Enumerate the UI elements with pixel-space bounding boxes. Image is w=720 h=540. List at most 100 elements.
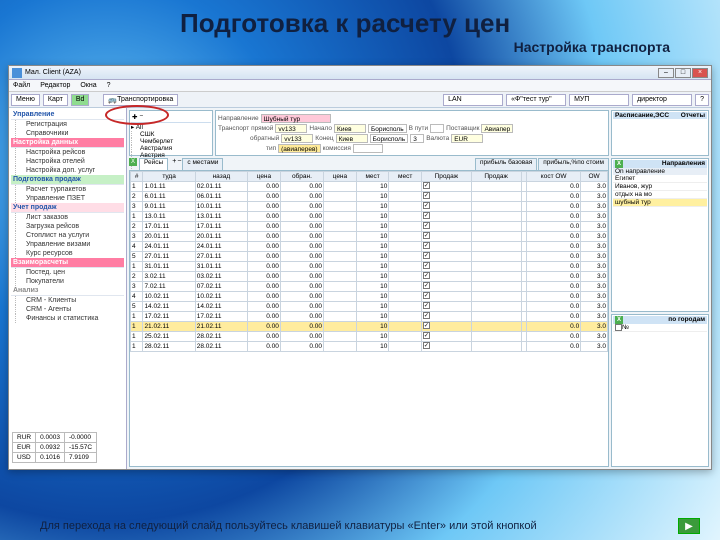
list-item[interactable]: Египет	[613, 175, 707, 183]
tb-transport-button[interactable]: 🚌 Транспортировка	[103, 94, 178, 106]
tab-reports[interactable]: Отчеты	[681, 112, 705, 119]
nav-item[interactable]: Настройка рейсов	[15, 148, 124, 157]
nav-group-sales[interactable]: Учет продаж	[11, 203, 124, 213]
nav-item[interactable]: Управление визами	[15, 240, 124, 249]
country-tree[interactable]: ✚− ▸ All СШКЧемберлетАвстралияАвстрияАзи…	[129, 110, 213, 156]
table-row[interactable]: 217.01.1117.01.110.000.00100.03.0	[131, 222, 608, 232]
nav-group-analysis[interactable]: Анализ	[11, 286, 124, 296]
checkbox[interactable]	[423, 272, 430, 279]
minimize-button[interactable]: –	[658, 68, 674, 78]
menu-help[interactable]: ?	[107, 80, 111, 91]
grid-del-button[interactable]: −	[177, 158, 181, 170]
nav-item[interactable]: Постед. цен	[15, 268, 124, 277]
grid-add-button[interactable]: +	[172, 158, 176, 170]
nav-group-sales-prep[interactable]: Подготовка продаж	[11, 175, 124, 185]
tree-node[interactable]: СШК	[131, 131, 211, 138]
nav-item[interactable]: Курс ресурсов	[15, 249, 124, 258]
checkbox[interactable]	[423, 182, 430, 189]
cities-panel[interactable]: Xпо городам №	[611, 314, 709, 468]
fld-supplier[interactable]: Авиапер	[481, 124, 513, 133]
checkbox[interactable]	[423, 312, 430, 319]
list-item[interactable]: отдых на мо	[613, 191, 707, 199]
fld-start-airport[interactable]: Борисполь	[368, 124, 407, 133]
nav-item[interactable]: CRM - Клиенты	[15, 296, 124, 305]
checkbox[interactable]	[423, 322, 430, 329]
city-checkbox[interactable]	[615, 324, 622, 331]
menu-file[interactable]: Файл	[13, 80, 30, 91]
tree-add-button[interactable]: ✚	[132, 113, 137, 121]
table-row[interactable]: 117.02.1117.02.110.000.00100.03.0	[131, 312, 608, 322]
next-slide-button[interactable]: ▶	[678, 518, 700, 534]
checkbox[interactable]	[423, 262, 430, 269]
col-header[interactable]: Продаж	[421, 172, 471, 182]
excel-icon[interactable]: X	[129, 158, 137, 166]
table-row[interactable]: 125.02.1128.02.110.000.00100.03.0	[131, 332, 608, 342]
col-header[interactable]: обран.	[280, 172, 323, 182]
tab-menu[interactable]: Меню	[11, 94, 40, 106]
checkbox[interactable]	[423, 232, 430, 239]
excel-icon[interactable]: X	[615, 160, 623, 168]
col-header[interactable]: мест	[356, 172, 389, 182]
col-header[interactable]: #	[131, 172, 143, 182]
tab-seats[interactable]: с местами	[182, 158, 223, 170]
table-row[interactable]: 37.02.1107.02.110.000.00100.03.0	[131, 282, 608, 292]
nav-item[interactable]: Финансы и статистика	[15, 314, 124, 323]
table-row[interactable]: 410.02.1110.02.110.000.00100.03.0	[131, 292, 608, 302]
checkbox[interactable]	[423, 252, 430, 259]
tab-cart[interactable]: Карт	[43, 94, 68, 106]
nav-item[interactable]: Расчет турпакетов	[15, 185, 124, 194]
nav-item[interactable]: Покупатели	[15, 277, 124, 286]
tree-node[interactable]: Чемберлет	[131, 138, 211, 145]
table-row[interactable]: 527.01.1127.01.110.000.00100.03.0	[131, 252, 608, 262]
table-row[interactable]: 424.01.1124.01.110.000.00100.03.0	[131, 242, 608, 252]
table-row[interactable]: 26.01.1106.01.110.000.00100.03.0	[131, 192, 608, 202]
checkbox[interactable]	[423, 342, 430, 349]
checkbox[interactable]	[423, 202, 430, 209]
checkbox[interactable]	[423, 192, 430, 199]
col-header[interactable]: назад	[195, 172, 247, 182]
nav-group-payments[interactable]: Взаиморасчеты	[11, 258, 124, 268]
table-row[interactable]: 128.02.1128.02.110.000.00100.03.0	[131, 342, 608, 352]
navigation-tree[interactable]: Управление Регистрация Справочники Настр…	[9, 108, 127, 469]
fld-nights[interactable]: 3	[410, 134, 424, 143]
close-button[interactable]: ×	[692, 68, 708, 78]
nav-item[interactable]: CRM - Агенты	[15, 305, 124, 314]
fld-duration[interactable]	[430, 124, 444, 133]
col-header[interactable]: цена	[248, 172, 281, 182]
nav-item[interactable]: Стоплист на услуги	[15, 231, 124, 240]
col-header[interactable]: кост OW	[527, 172, 581, 182]
fld-start-city[interactable]: Киев	[334, 124, 366, 133]
checkbox[interactable]	[423, 282, 430, 289]
checkbox[interactable]	[423, 292, 430, 299]
table-row[interactable]: 121.02.1121.02.110.000.00100.03.0	[131, 322, 608, 332]
fld-type[interactable]: (авиаперев)	[278, 144, 320, 153]
menu-edit[interactable]: Редактор	[40, 80, 70, 91]
col-header[interactable]: Продаж	[471, 172, 521, 182]
checkbox[interactable]	[423, 242, 430, 249]
nav-item[interactable]: Справочники	[15, 129, 124, 138]
list-item[interactable]: Иванов, жур	[613, 183, 707, 191]
table-row[interactable]: 131.01.1131.01.110.000.00100.03.0	[131, 262, 608, 272]
table-row[interactable]: 39.01.1110.01.110.000.00100.03.0	[131, 202, 608, 212]
checkbox[interactable]	[423, 302, 430, 309]
excel-icon[interactable]: X	[615, 316, 623, 324]
maximize-button[interactable]: □	[675, 68, 691, 78]
fld-end-airport[interactable]: Борисполь	[370, 134, 409, 143]
checkbox[interactable]	[423, 212, 430, 219]
nav-item[interactable]: Регистрация	[15, 120, 124, 129]
form-direction-field[interactable]: Шубный тур	[261, 114, 331, 123]
flights-grid[interactable]: #туданазадценаобран.ценаместместПродажПр…	[129, 170, 609, 467]
fld-end-city[interactable]: Киев	[336, 134, 368, 143]
tab-profit-pct[interactable]: прибыль,%по стоим	[538, 158, 609, 170]
nav-item[interactable]: Управление ПЗЕТ	[15, 194, 124, 203]
tab-flights[interactable]: Рейсы	[139, 158, 168, 170]
checkbox[interactable]	[423, 222, 430, 229]
nav-item[interactable]: Настройка отелей	[15, 157, 124, 166]
nav-group-data[interactable]: Настройка данных	[11, 138, 124, 148]
fld-currency[interactable]: EUR	[451, 134, 483, 143]
tab-bd[interactable]: Bd	[71, 94, 90, 106]
menu-window[interactable]: Окна	[80, 80, 96, 91]
col-header[interactable]: туда	[143, 172, 195, 182]
tab-profit-base[interactable]: прибыль базовая	[475, 158, 537, 170]
fld-commission[interactable]	[353, 144, 383, 153]
